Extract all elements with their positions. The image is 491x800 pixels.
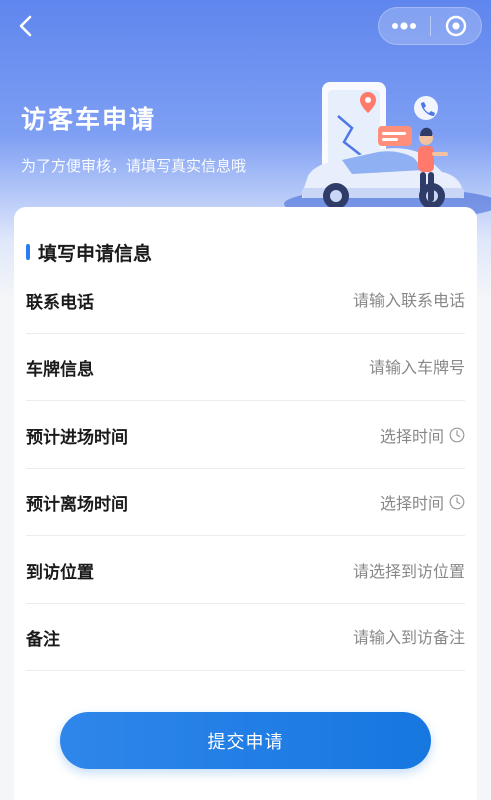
mini-program-capsule [378, 7, 482, 45]
section-header: 填写申请信息 [26, 240, 153, 265]
clock-icon [449, 427, 465, 443]
plate-label: 车牌信息 [26, 359, 94, 380]
more-button[interactable] [379, 8, 430, 44]
car-illustration [284, 82, 491, 220]
leave-time-value: 选择时间 [379, 494, 444, 513]
clock-icon [449, 494, 465, 510]
location-picker[interactable]: 请选择到访位置 [353, 558, 465, 582]
phone-label: 联系电话 [26, 292, 94, 313]
back-button[interactable] [12, 10, 40, 42]
submit-button[interactable]: 提交申请 [60, 712, 431, 769]
remark-input[interactable] [245, 627, 465, 647]
section-accent-bar [26, 244, 30, 260]
form-row-location: 到访位置 请选择到访位置 [26, 537, 465, 604]
form-row-phone: 联系电话 [26, 267, 465, 334]
enter-time-label: 预计进场时间 [26, 427, 128, 448]
phone-input[interactable] [245, 290, 465, 310]
leave-time-picker[interactable]: 选择时间 [380, 490, 465, 514]
form-row-enter-time: 预计进场时间 选择时间 [26, 402, 465, 469]
section-title: 填写申请信息 [38, 242, 153, 265]
plate-input[interactable] [245, 357, 465, 377]
remark-label: 备注 [26, 629, 60, 650]
form-row-leave-time: 预计离场时间 选择时间 [26, 469, 465, 536]
page-title: 访客车申请 [21, 105, 157, 134]
leave-time-label: 预计离场时间 [26, 494, 128, 515]
form-row-plate: 车牌信息 [26, 334, 465, 401]
close-button[interactable] [431, 8, 482, 44]
target-circle-icon [445, 15, 466, 37]
location-value: 请选择到访位置 [352, 562, 465, 581]
enter-time-value: 选择时间 [379, 427, 444, 446]
location-label: 到访位置 [26, 562, 94, 583]
form-row-remark: 备注 [26, 604, 465, 671]
more-dots-icon [392, 22, 417, 30]
page-subtitle: 为了方便审核，请填写真实信息哦 [21, 157, 247, 175]
enter-time-picker[interactable]: 选择时间 [380, 423, 465, 447]
chevron-left-icon [19, 15, 32, 37]
